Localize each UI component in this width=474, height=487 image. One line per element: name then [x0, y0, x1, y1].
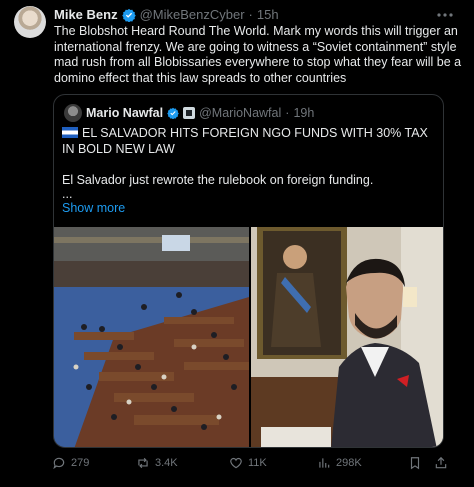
share-icon — [435, 456, 447, 469]
tweet[interactable]: Mike Benz @MikeBenzCyber · 15h The Blobs… — [0, 0, 474, 487]
quote-author-avatar[interactable] — [64, 104, 82, 122]
more-options-button[interactable] — [430, 6, 460, 24]
quote-headline: EL SALVADOR HITS FOREIGN NGO FUNDS WITH … — [62, 126, 428, 156]
affiliate-badge-icon — [183, 107, 196, 119]
quote-header: Mario Nawfal @MarioNawfal · 19h — [86, 106, 314, 120]
assembly-hall-illustration — [54, 227, 249, 447]
tweet-header: Mike Benz @MikeBenzCyber · 15h — [54, 7, 279, 22]
like-count: 11K — [248, 457, 267, 469]
action-bar: 279 3.4K 11K 298K — [52, 456, 447, 474]
more-options-icon — [437, 13, 453, 17]
reply-button[interactable]: 279 — [52, 456, 89, 470]
reply-count: 279 — [71, 457, 90, 469]
president-portrait-image[interactable] — [251, 227, 443, 447]
like-button[interactable]: 11K — [229, 456, 267, 470]
author-handle[interactable]: @MikeBenzCyber — [140, 7, 245, 22]
quoted-tweet[interactable]: Mario Nawfal @MarioNawfal · 19h EL SALVA… — [53, 94, 444, 448]
reply-icon — [53, 457, 65, 470]
tweet-time[interactable]: 15h — [257, 7, 279, 22]
views-button[interactable]: 298K — [317, 456, 362, 470]
verified-badge-icon — [121, 8, 136, 22]
quote-header-separator: · — [285, 106, 290, 120]
repost-count: 3.4K — [155, 457, 178, 469]
repost-icon — [138, 457, 148, 469]
show-more-link[interactable]: Show more — [62, 201, 125, 215]
share-button[interactable] — [434, 456, 448, 470]
author-name[interactable]: Mike Benz — [54, 7, 118, 22]
like-icon — [230, 457, 242, 469]
quote-author-name[interactable]: Mario Nawfal — [86, 106, 163, 120]
quote-headline-row: EL SALVADOR HITS FOREIGN NGO FUNDS WITH … — [62, 126, 434, 157]
tweet-text: The Blobshot Heard Round The World. Mark… — [54, 24, 462, 85]
author-avatar[interactable] — [14, 6, 46, 38]
bookmark-button[interactable] — [408, 456, 422, 470]
assembly-hall-image[interactable] — [54, 227, 249, 447]
header-separator: · — [248, 7, 253, 22]
repost-button[interactable]: 3.4K — [136, 456, 178, 470]
quote-ellipsis: ... — [62, 187, 73, 201]
quote-text-line: El Salvador just rewrote the rulebook on… — [62, 173, 374, 187]
quote-author-handle[interactable]: @MarioNawfal — [199, 106, 281, 120]
verified-badge-icon — [167, 107, 179, 119]
views-count: 298K — [336, 457, 362, 469]
quote-time[interactable]: 19h — [293, 106, 314, 120]
el-salvador-flag-icon — [62, 127, 78, 138]
president-portrait-illustration — [251, 227, 443, 447]
bookmark-icon — [410, 457, 420, 470]
views-icon — [319, 458, 330, 468]
